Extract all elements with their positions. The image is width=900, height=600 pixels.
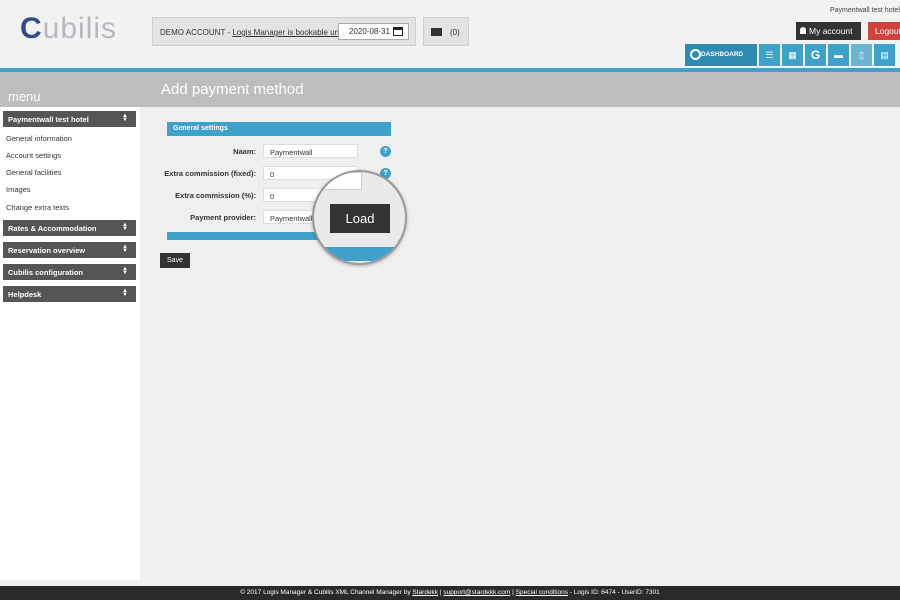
- logout-label: Logout: [875, 26, 900, 36]
- sidebar-section-rates[interactable]: Rates & Accommodation ▲ ▼: [3, 220, 136, 236]
- google-icon[interactable]: G: [805, 44, 826, 66]
- sidebar-item-account-settings[interactable]: Account settings: [6, 151, 61, 160]
- section-label: Paymentwall test hotel: [8, 115, 89, 124]
- my-account-button[interactable]: My account: [796, 22, 861, 40]
- sidebar-section-hotel[interactable]: Paymentwall test hotel ▲ ▼: [3, 111, 136, 127]
- demo-account-text: DEMO ACCOUNT - Logis Manager is bookable…: [160, 28, 345, 37]
- payment-provider-label: Payment provider:: [190, 213, 256, 222]
- messages-button[interactable]: (0): [423, 17, 469, 46]
- page-header: Add payment method: [140, 72, 900, 107]
- expand-icon: ▲ ▼: [122, 222, 128, 232]
- user-icon: [800, 27, 806, 34]
- page-title: Add payment method: [161, 81, 304, 98]
- special-conditions-link[interactable]: Special conditions: [516, 589, 568, 596]
- name-input[interactable]: Paymentwall: [263, 144, 358, 158]
- sidebar-section-helpdesk[interactable]: Helpdesk ▲ ▼: [3, 286, 136, 302]
- section-label: Rates & Accommodation: [8, 224, 97, 233]
- sidebar-section-reservations[interactable]: Reservation overview ▲ ▼: [3, 242, 136, 258]
- stardekk-link[interactable]: Stardekk: [412, 589, 438, 596]
- expand-icon: ▲ ▼: [122, 288, 128, 298]
- help-icon[interactable]: ?: [380, 146, 391, 157]
- section-label: Helpdesk: [8, 290, 42, 299]
- section-label: Cubilis configuration: [8, 268, 83, 277]
- grid-icon[interactable]: ▦: [782, 44, 803, 66]
- demo-prefix: DEMO ACCOUNT -: [160, 28, 233, 37]
- bookable-date-value: 2020-08-31: [349, 27, 390, 36]
- message-count: (0): [450, 28, 460, 37]
- name-label: Naam:: [233, 147, 256, 156]
- hotel-name: Paymentwall test hotel: [829, 7, 900, 14]
- list-icon[interactable]: ☰: [759, 44, 780, 66]
- nav-toolbar: DASHBOARD ☰ ▦ G ▬ ▯ ▤: [685, 44, 895, 66]
- extra-commission-fixed-label: Extra commission (fixed):: [164, 169, 256, 178]
- magnifier-overlay: Load: [312, 170, 407, 265]
- load-button[interactable]: Load: [330, 204, 390, 233]
- extra-commission-percent-label: Extra commission (%):: [175, 191, 256, 200]
- sidebar-item-images[interactable]: Images: [6, 185, 31, 194]
- bookable-link[interactable]: Logis Manager is bookable until: [232, 28, 345, 37]
- save-button[interactable]: Save: [160, 253, 190, 268]
- cubilis-logo[interactable]: Cubilis: [20, 12, 117, 46]
- expand-icon: ▲ ▼: [122, 244, 128, 254]
- my-account-label: My account: [809, 26, 853, 36]
- bed-icon[interactable]: ▬: [828, 44, 849, 66]
- door-icon[interactable]: ▯: [851, 44, 872, 66]
- bookable-date-field[interactable]: 2020-08-31: [338, 23, 409, 40]
- menu-header: menu: [0, 72, 140, 107]
- copyright-text: © 2017 Logis Manager & Cubilis XML Chann…: [240, 589, 413, 596]
- globe-icon: [690, 49, 701, 60]
- sidebar-section-configuration[interactable]: Cubilis configuration ▲ ▼: [3, 264, 136, 280]
- dashboard-button[interactable]: DASHBOARD: [685, 44, 757, 66]
- sidebar-item-general-facilities[interactable]: General facilities: [6, 168, 61, 177]
- calendar-icon[interactable]: [393, 27, 403, 36]
- support-email-link[interactable]: support@stardekk.com: [443, 589, 510, 596]
- envelope-icon: [431, 28, 442, 36]
- magnified-input: [314, 172, 362, 190]
- section-label: Reservation overview: [8, 246, 86, 255]
- header: Cubilis DEMO ACCOUNT - Logis Manager is …: [0, 0, 900, 68]
- logout-button[interactable]: Logout: [868, 22, 900, 40]
- expand-icon: ▲ ▼: [122, 266, 128, 276]
- calculator-icon[interactable]: ▤: [874, 44, 895, 66]
- magnified-footer-bar: [314, 247, 405, 261]
- demo-account-box: DEMO ACCOUNT - Logis Manager is bookable…: [152, 17, 416, 46]
- sidebar: menu Paymentwall test hotel ▲ ▼ General i…: [0, 72, 140, 580]
- expand-icon: ▲ ▼: [122, 113, 128, 123]
- sidebar-item-general-information[interactable]: General information: [6, 134, 72, 143]
- ids-text: - Logis ID: 6474 - UserID: 7301: [568, 589, 660, 596]
- page-footer: © 2017 Logis Manager & Cubilis XML Chann…: [0, 586, 900, 600]
- dashboard-label: DASHBOARD: [701, 51, 744, 58]
- form-section-header: General settings: [167, 122, 391, 136]
- sidebar-item-change-extra-texts[interactable]: Change extra texts: [6, 203, 69, 212]
